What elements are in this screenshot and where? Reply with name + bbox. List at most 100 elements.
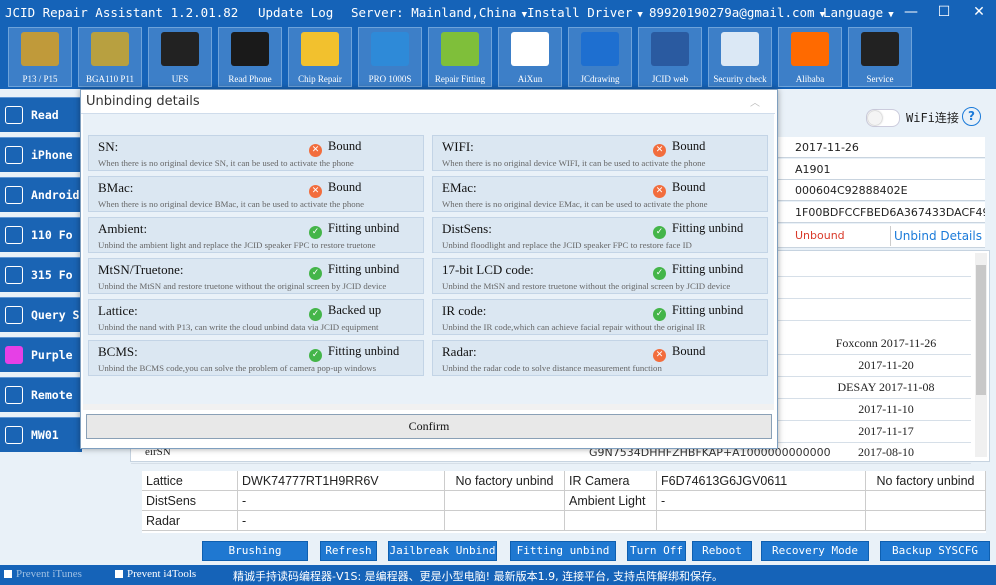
unbind-details-button[interactable]: Unbind Details	[890, 226, 985, 246]
toolbar-jcid-web-button[interactable]: JCID web	[638, 27, 702, 87]
help-icon[interactable]: ?	[962, 107, 981, 126]
language-menu[interactable]: Language ▼	[823, 5, 894, 20]
confirm-button[interactable]: Confirm	[86, 414, 772, 439]
status-bar: Prevent iTunes Prevent i4Tools 精诚手持读码编程器…	[0, 565, 996, 585]
sidebar-item-label: 315 Fo	[31, 268, 73, 282]
toolbar-alibaba-button[interactable]: Alibaba	[778, 27, 842, 87]
prevent-itunes-checkbox[interactable]: Prevent iTunes	[4, 568, 82, 580]
sidebar-item-label: MW01	[31, 428, 59, 442]
action-turn-off-button[interactable]: Turn Off	[627, 541, 686, 561]
collapse-icon[interactable]: ︿	[749, 94, 761, 109]
card-status: ✓ Fitting unbind	[653, 221, 743, 239]
card-status-label: Bound	[672, 139, 706, 153]
install-driver-menu[interactable]: Install Driver ▼	[527, 5, 643, 20]
toolbar-chip-repair-button[interactable]: Chip Repair	[288, 27, 352, 87]
toolbar-service-button[interactable]: Service	[848, 27, 912, 87]
action-jailbreak-unbind-button[interactable]: Jailbreak Unbind	[388, 541, 497, 561]
app-title: JCID Repair Assistant 1.2.01.82	[5, 5, 239, 20]
table-cell	[866, 511, 986, 531]
account-menu[interactable]: 89920190279a@gmail.com ▼	[649, 5, 825, 20]
sidebar-item-remote[interactable]: Remote	[0, 377, 82, 412]
card-status: ✕ Bound	[309, 139, 361, 157]
action-refresh-button[interactable]: Refresh	[320, 541, 377, 561]
card-name: Radar:	[442, 344, 477, 359]
card-description: When there is no original device WIFI, i…	[442, 158, 706, 168]
card-name: Ambient:	[98, 221, 148, 236]
sidebar-item-purple[interactable]: Purple	[0, 337, 82, 372]
toolbar-label: BGA110 P11	[85, 74, 135, 84]
unbound-status: Unbound	[795, 229, 845, 242]
scroll-thumb[interactable]	[976, 265, 986, 395]
sidebar-item-android[interactable]: Android	[0, 177, 82, 212]
x-circle-icon: ✕	[309, 144, 322, 157]
toolbar-p13-p15-button[interactable]: P13 / P15	[8, 27, 72, 87]
dialog-title-bar: Unbinding details ︿	[81, 90, 775, 114]
minimize-button[interactable]: —	[898, 3, 924, 22]
card-status: ✕ Bound	[653, 139, 705, 157]
check-circle-icon: ✓	[309, 267, 322, 280]
toolbar-pro-1000s-button[interactable]: PRO 1000S	[358, 27, 422, 87]
card-description: When there is no original device BMac, i…	[98, 199, 365, 209]
wifi-label: WiFi连接	[906, 111, 959, 125]
prevent-i4tools-checkbox[interactable]: Prevent i4Tools	[115, 568, 196, 580]
table-cell: DWK74777RT1H9RR6V	[238, 471, 445, 491]
dialog-scrollbar[interactable]	[83, 404, 774, 410]
toolbar-security-check-button[interactable]: Security check	[708, 27, 772, 87]
toolbar-bga110-p11-button[interactable]: BGA110 P11	[78, 27, 142, 87]
f315-icon	[5, 266, 23, 284]
sidebar-item-read[interactable]: Read	[0, 97, 82, 132]
toolbar-ufs-button[interactable]: UFS	[148, 27, 212, 87]
card-status-label: Fitting unbind	[672, 262, 744, 276]
sidebar-item-mw01[interactable]: MW01	[0, 417, 82, 452]
toggle-knob-icon	[868, 111, 882, 125]
wifi-toggle[interactable]	[866, 109, 900, 127]
card-status-label: Backed up	[328, 303, 382, 317]
unbind-card-emac: EMac: ✕ Bound When there is no original dev…	[432, 176, 768, 212]
toolbar-jcdrawing-button[interactable]: JCdrawing	[568, 27, 632, 87]
ufs-chip-icon	[161, 32, 199, 66]
action-reboot-button[interactable]: Reboot	[692, 541, 752, 561]
sidebar-item-label: iPhone	[31, 148, 73, 162]
sidebar-item-query-s[interactable]: Query S	[0, 297, 82, 332]
unbind-card-ir-code: IR code: ✓ Fitting unbind Unbind the IR cod…	[432, 299, 768, 335]
toolbar-aixun-button[interactable]: AiXun	[498, 27, 562, 87]
card-status: ✕ Bound	[309, 180, 361, 198]
toolbar-read-phone-button[interactable]: Read Phone	[218, 27, 282, 87]
card-name: EMac:	[442, 180, 477, 195]
check-circle-icon: ✓	[653, 267, 666, 280]
card-status-label: Fitting unbind	[328, 262, 400, 276]
maximize-button[interactable]: ☐	[931, 3, 957, 22]
close-button[interactable]: ✕	[966, 3, 992, 22]
list-item-date: Foxconn 2017-11-26	[835, 336, 937, 350]
update-log-menu[interactable]: Update Log	[258, 5, 333, 20]
card-name: Lattice:	[98, 303, 138, 318]
action-recovery-mode-button[interactable]: Recovery Mode	[761, 541, 869, 561]
card-status-label: Fitting unbind	[328, 221, 400, 235]
card-description: Unbind the MtSN and restore truetone wit…	[98, 281, 387, 291]
unbind-card-mtsn-truetone: MtSN/Truetone: ✓ Fitting unbind Unbind the …	[88, 258, 424, 294]
card-description: Unbind floodlight and replace the JCID s…	[442, 240, 692, 250]
action-backup-syscfg-button[interactable]: Backup SYSCFG	[880, 541, 990, 561]
toolbar-repair-fitting-button[interactable]: Repair Fitting	[428, 27, 492, 87]
sidebar-item-iphone[interactable]: iPhone	[0, 137, 82, 172]
toolbar-label: UFS	[171, 74, 189, 84]
chip-board-icon	[21, 32, 59, 66]
table-cell: Lattice	[142, 471, 238, 491]
toolbar-label: AiXun	[517, 74, 543, 84]
sidebar-item-110-fo[interactable]: 110 Fo	[0, 217, 82, 252]
card-status: ✓ Fitting unbind	[653, 262, 743, 280]
server-menu[interactable]: Server: Mainland,China ▼	[351, 5, 527, 20]
card-name: SN:	[98, 139, 119, 154]
action-fitting-unbind-button[interactable]: Fitting unbind	[510, 541, 616, 561]
info-date: 2017-11-26	[775, 137, 985, 158]
table-cell: Ambient Light	[565, 491, 657, 511]
table-cell: F6D74613G6JGV0611	[657, 471, 866, 491]
toolbar-label: P13 / P15	[22, 74, 58, 84]
sidebar-item-label: Android	[31, 188, 80, 202]
unbind-card-bcms: BCMS: ✓ Fitting unbind Unbind the BCMS code…	[88, 340, 424, 376]
sidebar-item-315-fo[interactable]: 315 Fo	[0, 257, 82, 292]
programmer-icon	[371, 32, 409, 66]
action-brushing-button[interactable]: Brushing	[202, 541, 308, 561]
toolbar-label: Alibaba	[795, 74, 825, 84]
list-item-date: 2017-08-10	[858, 445, 914, 459]
